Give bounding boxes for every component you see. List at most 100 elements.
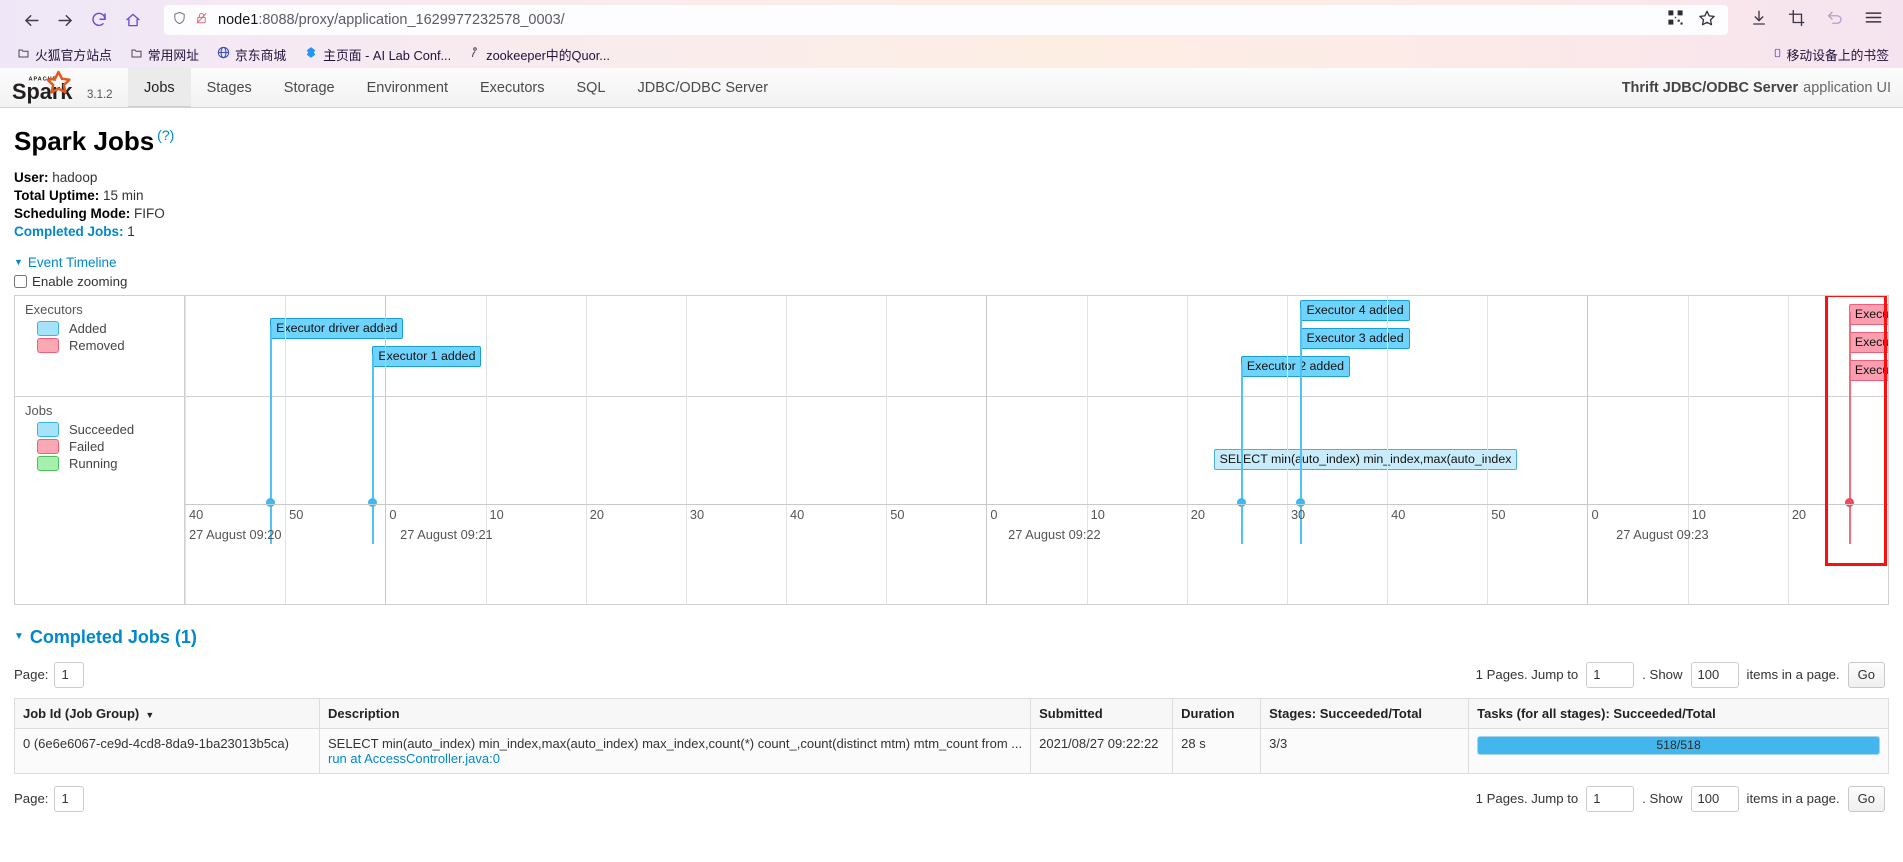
summary-uptime-key: Total Uptime: xyxy=(14,187,100,203)
table-header-row: Job Id (Job Group) ▼ Description Submitt… xyxy=(14,697,1889,729)
page-input-bottom[interactable] xyxy=(54,785,85,812)
caret-down-icon: ▼ xyxy=(14,256,23,267)
th-job-id[interactable]: Job Id (Job Group) ▼ xyxy=(14,697,320,729)
tab-jobs[interactable]: Jobs xyxy=(128,68,191,107)
th-submitted[interactable]: Submitted xyxy=(1030,697,1174,729)
bookmark-item[interactable]: zookeeper中的Quor... xyxy=(462,42,617,67)
legend-running-label: Running xyxy=(69,455,118,471)
summary-uptime-value: 15 min xyxy=(103,187,144,203)
tab-sql[interactable]: SQL xyxy=(560,68,621,107)
bookmark-icon xyxy=(469,46,481,62)
swatch-failed xyxy=(37,438,59,454)
timeline-gridline xyxy=(786,295,788,504)
timeline-plot[interactable]: Executor driver added Executor 1 added Exe… xyxy=(185,295,1888,604)
timeline-gridline xyxy=(886,295,888,504)
caret-down-icon: ▼ xyxy=(14,631,24,643)
tasks-progress-bar: 518/518 xyxy=(1477,735,1880,755)
page-input-top[interactable] xyxy=(54,661,85,688)
timeline-event-added[interactable]: Executor 4 added xyxy=(1300,299,1410,322)
folder-icon xyxy=(130,47,143,62)
timeline-event-removed[interactable]: Executor 3 xyxy=(1848,303,1888,326)
qrcode-icon[interactable] xyxy=(1667,9,1684,31)
go-button-bottom[interactable]: Go xyxy=(1847,785,1885,812)
download-icon[interactable] xyxy=(1750,9,1768,32)
forward-icon[interactable] xyxy=(48,5,82,35)
tab-executors[interactable]: Executors xyxy=(464,68,560,107)
folder-icon xyxy=(17,47,30,62)
axis-tick-label: 20 xyxy=(1791,506,1807,522)
event-timeline-chart[interactable]: Executors Added Removed Jobs Succeeded F… xyxy=(14,294,1889,605)
sort-caret-icon: ▼ xyxy=(142,709,155,720)
timeline-event-removed[interactable]: Executor 1 xyxy=(1848,359,1888,382)
completed-jobs-toggle[interactable]: ▼ Completed Jobs (1) xyxy=(14,627,1889,648)
reload-icon[interactable] xyxy=(82,5,116,35)
th-stages[interactable]: Stages: Succeeded/Total xyxy=(1260,697,1470,729)
timeline-row-jobs: SELECT min(auto_index) min_index,max(aut… xyxy=(185,397,1888,503)
legend-executors-title: Executors xyxy=(25,301,83,317)
jump-to-input-bottom[interactable] xyxy=(1586,785,1635,812)
axis-major-label: 27 August 09:22 xyxy=(1008,526,1101,542)
bookmark-item[interactable]: 主页面 - AI Lab Conf... xyxy=(297,42,458,67)
summary-completed-key: Completed Jobs: xyxy=(14,223,124,239)
bookmark-item[interactable]: 京东商城 xyxy=(210,42,293,67)
axis-tick-label: 50 xyxy=(289,506,304,522)
summary-completed-value: 1 xyxy=(127,223,135,239)
summary-completed-jobs[interactable]: Completed Jobs: 1 xyxy=(14,223,1889,241)
timeline-event-added[interactable]: Executor 1 added xyxy=(372,345,482,368)
timeline-event-added[interactable]: Executor driver added xyxy=(270,317,404,340)
jump-to-input-top[interactable] xyxy=(1586,661,1635,688)
screenshot-icon[interactable] xyxy=(1788,9,1806,32)
th-tasks[interactable]: Tasks (for all stages): Succeeded/Total xyxy=(1468,697,1889,729)
timeline-event-added[interactable]: Executor 3 added xyxy=(1300,327,1410,350)
bookmark-star-icon[interactable] xyxy=(1698,9,1716,32)
legend-succeeded-label: Succeeded xyxy=(69,421,135,437)
enable-zooming-checkbox[interactable] xyxy=(14,274,27,288)
bookmark-item[interactable]: 常用网址 xyxy=(123,42,206,67)
axis-tick-label: 40 xyxy=(1391,506,1406,522)
axis-tick-label: 50 xyxy=(890,506,905,522)
timeline-gridline xyxy=(185,295,186,504)
items-label-bottom: items in a page. xyxy=(1746,791,1840,807)
timeline-event-added[interactable]: Executor 2 added xyxy=(1240,355,1350,378)
legend-item-removed: Removed xyxy=(37,337,174,353)
mobile-bookmarks-item[interactable]: 移动设备上的书签 xyxy=(1766,42,1893,67)
undo-icon[interactable] xyxy=(1826,9,1844,32)
th-description[interactable]: Description xyxy=(318,697,1032,729)
menu-icon[interactable] xyxy=(1864,8,1883,32)
timeline-job-event[interactable]: SELECT min(auto_index) min_index,max(aut… xyxy=(1213,448,1518,471)
completed-jobs-heading: Completed Jobs (1) xyxy=(29,626,197,647)
bookmark-label: 主页面 - AI Lab Conf... xyxy=(323,47,452,63)
axis-tick-label: 0 xyxy=(990,506,998,522)
tab-jdbc-odbc-server[interactable]: JDBC/ODBC Server xyxy=(622,68,785,107)
swatch-removed xyxy=(37,337,59,353)
pages-text-top: 1 Pages. Jump to xyxy=(1475,667,1579,683)
go-button-top[interactable]: Go xyxy=(1847,661,1885,688)
home-icon[interactable] xyxy=(116,5,150,35)
tab-environment[interactable]: Environment xyxy=(351,68,464,107)
axis-tick-label: 40 xyxy=(790,506,805,522)
spark-logo-link[interactable]: Spark APACHE 3.1.2 xyxy=(0,68,128,107)
browser-nav-bar: node1:8088/proxy/application_16299772325… xyxy=(0,0,1903,40)
summary-scheduling-mode: Scheduling Mode: FIFO xyxy=(14,205,1889,223)
event-timeline-toggle[interactable]: ▼ Event Timeline xyxy=(14,255,1889,270)
help-icon[interactable]: (?) xyxy=(157,127,174,143)
timeline-gridline xyxy=(285,295,287,504)
tab-stages[interactable]: Stages xyxy=(191,68,268,107)
address-bar[interactable]: node1:8088/proxy/application_16299772325… xyxy=(164,5,1728,35)
bookmarks-bar: 火狐官方站点 常用网址 京东商城 主页面 - AI Lab Conf... zo… xyxy=(0,40,1903,68)
page-title-text: Spark Jobs xyxy=(14,126,155,156)
timeline-event-removed[interactable]: Executor 2 xyxy=(1848,331,1888,354)
th-duration[interactable]: Duration xyxy=(1172,697,1262,729)
timeline-rows: Executor driver added Executor 1 added Exe… xyxy=(185,295,1888,544)
show-input-bottom[interactable] xyxy=(1690,785,1739,812)
back-icon[interactable] xyxy=(14,5,48,35)
tab-storage[interactable]: Storage xyxy=(268,68,351,107)
bookmark-item[interactable]: 火狐官方站点 xyxy=(10,42,119,67)
description-link[interactable]: run at AccessController.java:0 xyxy=(328,751,500,766)
summary-user-key: User: xyxy=(14,170,49,185)
globe-icon xyxy=(217,46,230,62)
timeline-gridline xyxy=(1487,295,1489,504)
axis-tick-label: 50 xyxy=(1491,506,1506,522)
show-input-top[interactable] xyxy=(1690,661,1739,688)
timeline-gridline xyxy=(1286,295,1288,504)
